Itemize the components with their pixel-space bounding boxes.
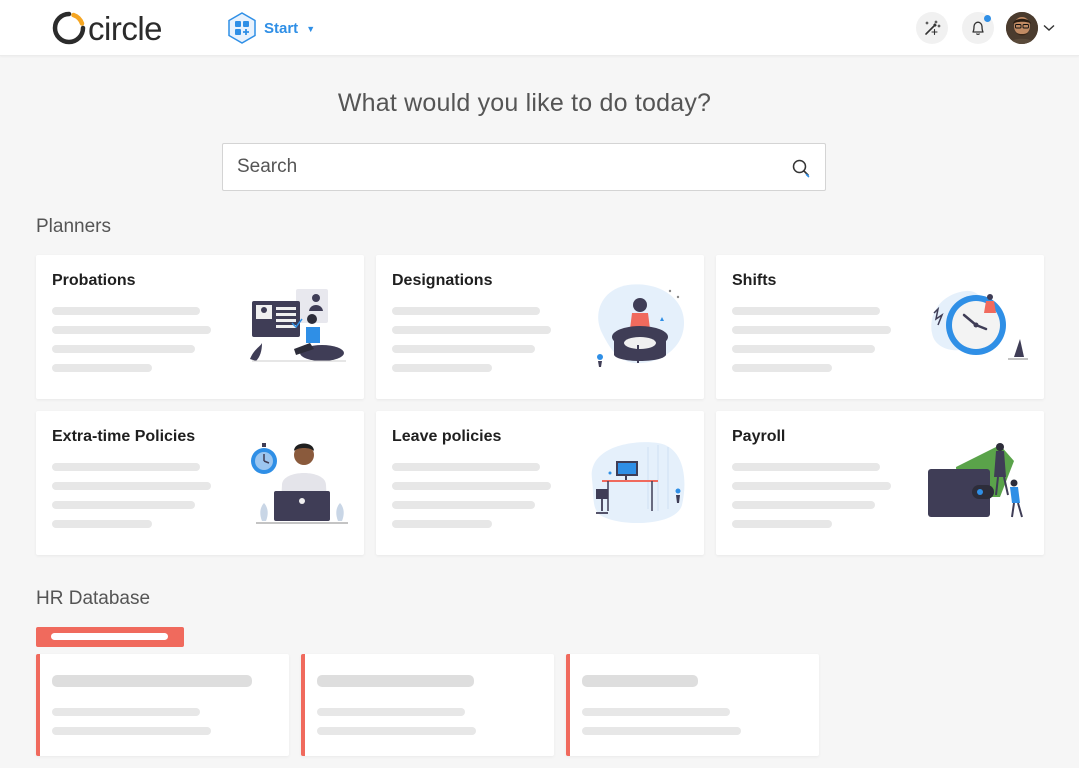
- placeholder-line: [392, 326, 551, 334]
- planner-card-payroll[interactable]: Payroll: [716, 411, 1044, 555]
- placeholder-line: [52, 501, 195, 509]
- placeholder-line: [732, 520, 832, 528]
- placeholder-line: [732, 501, 875, 509]
- placeholder-line: [392, 482, 551, 490]
- caret-down-icon: ▼: [306, 24, 316, 34]
- placeholder-line: [582, 675, 698, 687]
- placeholder-line: [317, 708, 465, 716]
- start-menu-button[interactable]: Start ▼: [227, 12, 315, 44]
- placeholder-line: [52, 708, 200, 716]
- placeholder-line: [52, 520, 152, 528]
- start-label: Start: [264, 19, 299, 37]
- placeholder-line: [51, 633, 168, 640]
- placeholder-line: [317, 727, 476, 735]
- start-grid-icon: [228, 12, 256, 44]
- placeholder-line: [52, 482, 211, 490]
- card-title: Probations: [52, 272, 136, 289]
- chevron-down-icon: [1043, 24, 1055, 31]
- card-title: Extra-time Policies: [52, 428, 196, 445]
- planner-card-probations[interactable]: Probations: [36, 255, 364, 399]
- placeholder-line: [732, 326, 891, 334]
- placeholder-line: [52, 326, 211, 334]
- logo-text: circle: [88, 9, 163, 47]
- hr-database-card[interactable]: [566, 654, 819, 756]
- magic-wand-icon: [925, 20, 941, 36]
- placeholder-line: [392, 345, 535, 353]
- placeholder-line: [52, 364, 152, 372]
- placeholder-line: [52, 727, 211, 735]
- placeholder-line: [392, 463, 540, 471]
- hr-database-card[interactable]: [301, 654, 554, 756]
- bell-icon: [972, 21, 984, 35]
- placeholder-line: [732, 463, 880, 471]
- card-title: Payroll: [732, 428, 786, 445]
- leave-illustration: [591, 442, 685, 524]
- notifications-button[interactable]: [962, 12, 994, 44]
- placeholder-line: [732, 364, 832, 372]
- hr-database-card[interactable]: [36, 654, 289, 756]
- placeholder-line: [732, 482, 891, 490]
- planner-card-extra-time-policies[interactable]: Extra-time Policies: [36, 411, 364, 555]
- search-box[interactable]: [222, 143, 826, 191]
- card-title: Shifts: [732, 272, 777, 289]
- placeholder-line: [392, 501, 535, 509]
- avatar[interactable]: [1006, 12, 1038, 44]
- extra-time-illustration: [251, 443, 348, 524]
- placeholder-line: [582, 727, 741, 735]
- placeholder-line: [317, 675, 474, 687]
- search-icon[interactable]: [791, 158, 811, 178]
- planners-section-title: Planners: [36, 216, 111, 237]
- hr-database-section-title: HR Database: [36, 588, 151, 609]
- planner-card-designations[interactable]: Designations: [376, 255, 704, 399]
- probations-illustration: [250, 289, 346, 362]
- payroll-illustration: [928, 443, 1023, 518]
- planner-card-shifts[interactable]: Shifts: [716, 255, 1044, 399]
- circle-logo-icon: [52, 11, 86, 45]
- user-menu[interactable]: [1006, 12, 1055, 44]
- placeholder-line: [392, 520, 492, 528]
- placeholder-line: [732, 307, 880, 315]
- shifts-illustration: [931, 290, 1028, 360]
- top-bar: circle Start ▼: [0, 0, 1079, 56]
- card-title: Designations: [392, 272, 493, 289]
- search-input[interactable]: [237, 144, 777, 190]
- tools-button[interactable]: [916, 12, 948, 44]
- designations-illustration: [597, 284, 684, 367]
- placeholder-line: [392, 364, 492, 372]
- placeholder-line: [732, 345, 875, 353]
- card-title: Leave policies: [392, 428, 502, 445]
- hr-database-tab[interactable]: [36, 627, 184, 647]
- placeholder-line: [52, 675, 252, 687]
- user-avatar-icon: [1006, 12, 1038, 44]
- notification-dot: [984, 15, 991, 22]
- placeholder-line: [52, 345, 195, 353]
- placeholder-line: [52, 463, 200, 471]
- placeholder-line: [52, 307, 200, 315]
- placeholder-line: [582, 708, 730, 716]
- planner-card-leave-policies[interactable]: Leave policies: [376, 411, 704, 555]
- placeholder-line: [392, 307, 540, 315]
- page-headline: What would you like to do today?: [337, 89, 712, 117]
- logo[interactable]: circle: [52, 9, 163, 47]
